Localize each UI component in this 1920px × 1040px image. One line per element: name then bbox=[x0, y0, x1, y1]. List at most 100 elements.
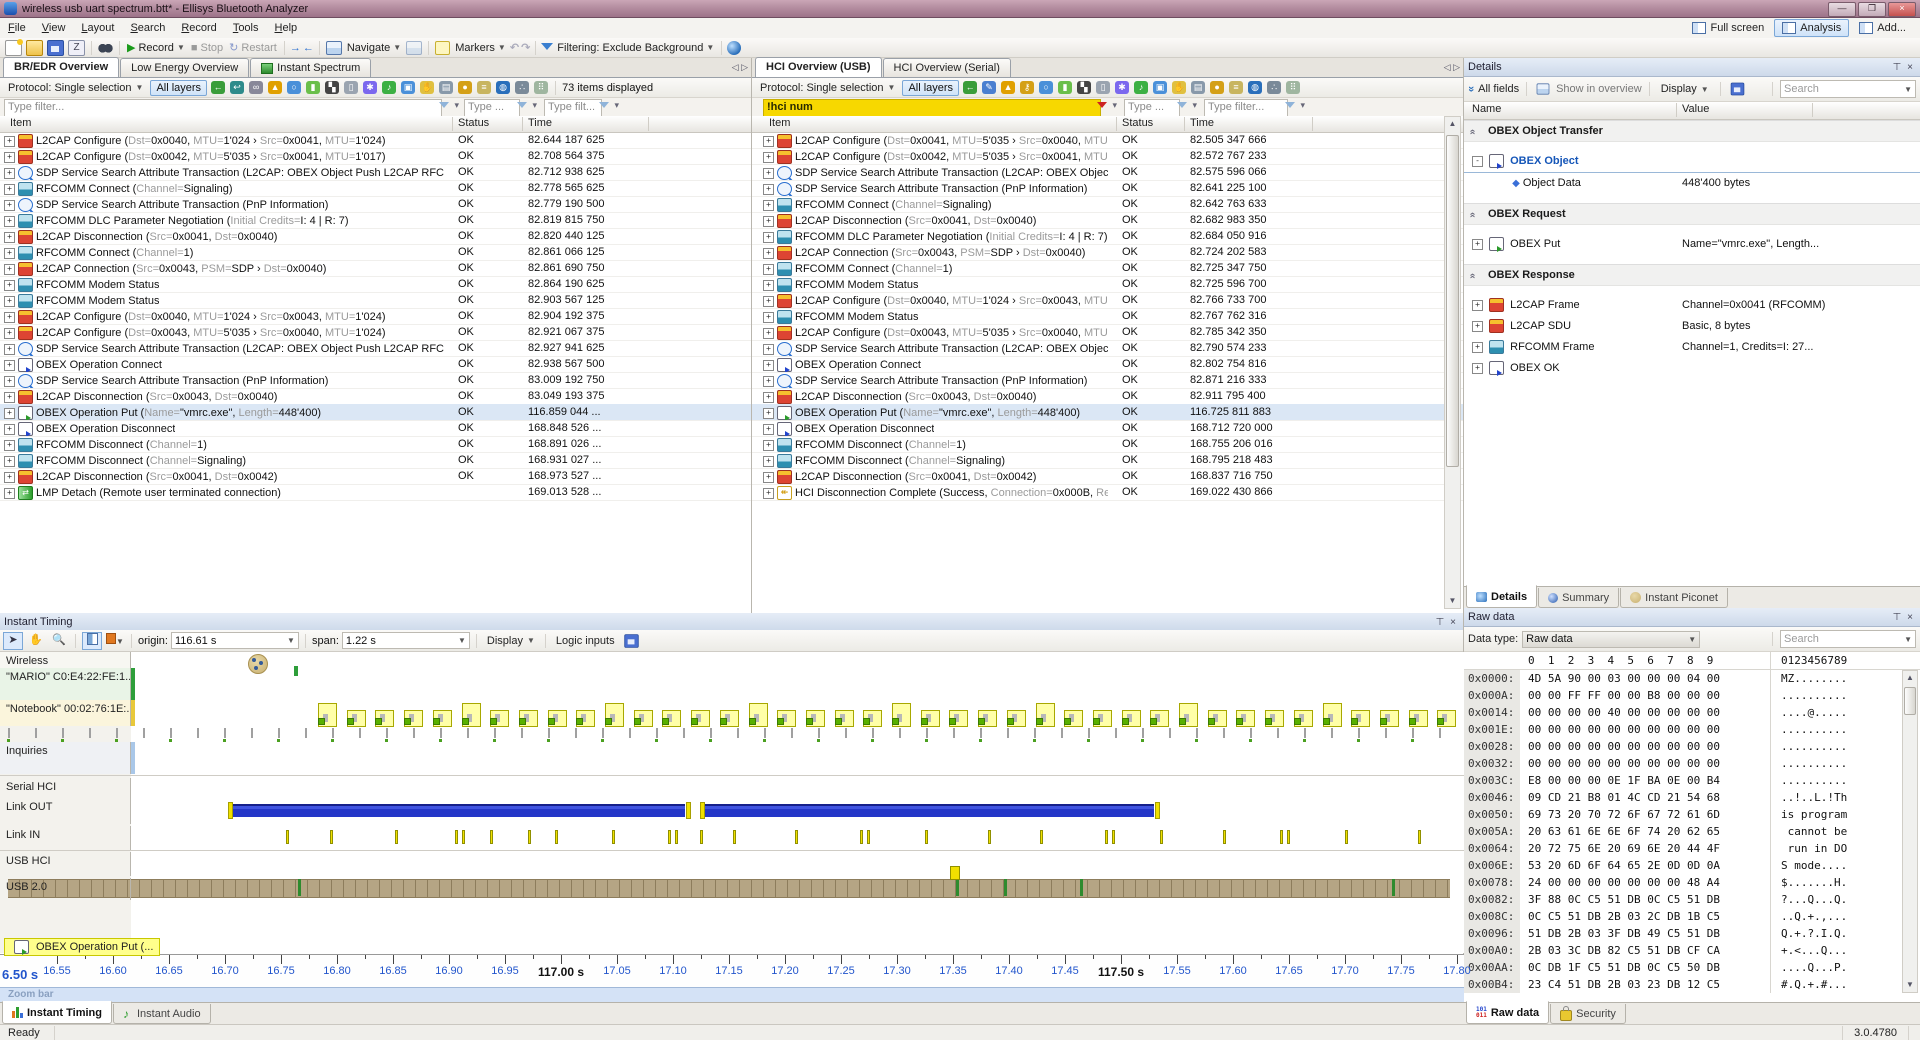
row-expander[interactable]: + bbox=[763, 392, 774, 403]
table-row[interactable]: +↞HCI Disconnection Complete (Success, C… bbox=[752, 484, 1463, 501]
row-expander[interactable]: + bbox=[763, 280, 774, 291]
l2cap-alert-icon[interactable]: ▲ bbox=[268, 81, 282, 94]
share-icon[interactable]: ∴ bbox=[1267, 81, 1281, 94]
new-file-icon[interactable] bbox=[5, 40, 22, 56]
data-type-combo[interactable]: Raw data▼ bbox=[1522, 631, 1700, 648]
save-config-icon[interactable] bbox=[624, 634, 638, 648]
web-globe-icon[interactable]: ◍ bbox=[1248, 81, 1262, 94]
table-row[interactable]: +L2CAP Disconnection (Src=0x0041, Dst=0x… bbox=[752, 212, 1463, 229]
menu-view[interactable]: View bbox=[34, 20, 74, 36]
logic-inputs-button[interactable]: Logic inputs bbox=[552, 634, 619, 648]
l2cap-alert-icon[interactable]: ▲ bbox=[1001, 81, 1015, 94]
row-expander[interactable]: + bbox=[4, 232, 15, 243]
scrollbar-thumb[interactable] bbox=[1446, 135, 1459, 467]
search-binoculars-icon[interactable] bbox=[98, 41, 113, 55]
burst-icon[interactable]: ✱ bbox=[1115, 81, 1129, 94]
row-expander[interactable]: + bbox=[763, 184, 774, 195]
row-expander[interactable]: + bbox=[1472, 363, 1483, 374]
lane-link-in[interactable]: Link IN bbox=[0, 826, 131, 850]
status-filter-funnel-icon[interactable] bbox=[1176, 100, 1198, 114]
details-row[interactable]: + OBEX Put Name="vmrc.exe", Length... bbox=[1464, 234, 1920, 255]
protocol-selector[interactable]: Protocol: Single selection ▼ bbox=[756, 81, 899, 95]
row-expander[interactable]: + bbox=[763, 200, 774, 211]
column-status[interactable]: Status bbox=[458, 117, 489, 129]
table-row[interactable]: +SDP Service Search Attribute Transactio… bbox=[0, 196, 751, 213]
table-row[interactable]: +L2CAP Disconnection (Src=0x0043, Dst=0x… bbox=[0, 388, 751, 405]
prev-marker-icon[interactable]: ↶ bbox=[510, 41, 519, 54]
row-expander[interactable]: + bbox=[763, 344, 774, 355]
music-note-icon[interactable]: ♪ bbox=[1134, 81, 1148, 94]
marker-drop-icon[interactable]: ▼ bbox=[105, 632, 125, 650]
hex-row[interactable]: 0x006E:53 20 6D 6F 64 65 2E 0D 0D 0AS mo… bbox=[1464, 857, 1920, 874]
details-row[interactable]: + L2CAP Frame Channel=0x0041 (RFCOMM) bbox=[1464, 295, 1920, 316]
link-icon[interactable]: ∞ bbox=[249, 81, 263, 94]
row-expander[interactable]: + bbox=[4, 184, 15, 195]
stop-button[interactable]: ■Stop bbox=[189, 42, 225, 54]
menu-file[interactable]: File bbox=[0, 20, 34, 36]
return-arrow-icon[interactable]: ↩ bbox=[230, 81, 244, 94]
numeric-keypad-icon[interactable]: ⠿ bbox=[1286, 81, 1300, 94]
coin-icon[interactable]: ● bbox=[1210, 81, 1224, 94]
table-row[interactable]: +RFCOMM DLC Parameter Negotiation (Initi… bbox=[752, 228, 1463, 245]
row-expander[interactable]: + bbox=[4, 168, 15, 179]
menu-tools[interactable]: Tools bbox=[225, 20, 267, 36]
table-row[interactable]: +OBEX Operation Connect OK 82.802 754 81… bbox=[752, 356, 1463, 373]
layout-window-icon[interactable] bbox=[406, 41, 422, 55]
table-row[interactable]: +RFCOMM Modem Status OK 82.725 596 700 bbox=[752, 276, 1463, 293]
status-filter-input[interactable]: Type ... bbox=[464, 99, 520, 117]
status-filter-input[interactable]: Type ... bbox=[1124, 99, 1180, 117]
notes-icon[interactable]: ≡ bbox=[477, 81, 491, 94]
table-row[interactable]: +L2CAP Configure (Dst=0x0040, MTU=1'024 … bbox=[0, 308, 751, 325]
tab-scroll-icons[interactable]: ◁ ▷ bbox=[732, 62, 748, 73]
table-row[interactable]: +OBEX Operation Put (Name="vmrc.exe", Le… bbox=[752, 404, 1463, 421]
table-row[interactable]: +L2CAP Configure (Dst=0x0041, MTU=5'035 … bbox=[752, 132, 1463, 149]
table-row[interactable]: +OBEX Operation Disconnect OK 168.712 72… bbox=[752, 420, 1463, 437]
craft-icon[interactable]: ✋ bbox=[1172, 81, 1186, 94]
row-expander[interactable]: + bbox=[4, 408, 15, 419]
table-row[interactable]: +L2CAP Configure (Dst=0x0040, MTU=1'024 … bbox=[752, 292, 1463, 309]
share-icon[interactable]: ∴ bbox=[515, 81, 529, 94]
tab-raw-data[interactable]: 101011Raw data bbox=[1466, 1001, 1549, 1024]
tab-summary[interactable]: Summary bbox=[1538, 588, 1619, 608]
open-file-icon[interactable] bbox=[26, 40, 43, 56]
row-expander[interactable]: + bbox=[4, 136, 15, 147]
details-row[interactable]: - OBEX Object bbox=[1464, 151, 1920, 173]
row-expander[interactable]: + bbox=[4, 216, 15, 227]
close-icon[interactable]: × bbox=[1904, 62, 1916, 73]
details-row[interactable]: + OBEX OK bbox=[1464, 358, 1920, 379]
table-row[interactable]: +RFCOMM Disconnect (Channel=1) OK 168.89… bbox=[0, 436, 751, 453]
hex-row[interactable]: 0x0032:00 00 00 00 00 00 00 00 00 00....… bbox=[1464, 755, 1920, 772]
obex-put-callout[interactable]: OBEX Operation Put (... bbox=[4, 938, 160, 956]
table-row[interactable]: +L2CAP Configure (Dst=0x0043, MTU=5'035 … bbox=[0, 324, 751, 341]
display-button[interactable]: Display ▼ bbox=[1657, 82, 1713, 96]
scroll-up-icon[interactable]: ▲ bbox=[1445, 117, 1460, 131]
time-ruler[interactable]: 6.50 s16.5516.6016.6516.7016.7516.8016.8… bbox=[0, 954, 1464, 988]
finish-flag-icon[interactable]: ▚ bbox=[1077, 81, 1091, 94]
hex-row[interactable]: 0x001E:00 00 00 00 00 00 00 00 00 00....… bbox=[1464, 721, 1920, 738]
hex-row[interactable]: 0x0028:00 00 00 00 00 00 00 00 00 00....… bbox=[1464, 738, 1920, 755]
close-icon[interactable]: × bbox=[1447, 617, 1459, 628]
next-marker-icon[interactable]: ↷ bbox=[521, 41, 530, 54]
lane-notebook[interactable]: "Notebook" 00:02:76:1E:... bbox=[0, 700, 131, 726]
table-row[interactable]: +L2CAP Configure (Dst=0x0043, MTU=5'035 … bbox=[752, 324, 1463, 341]
menu-search[interactable]: Search bbox=[122, 20, 173, 36]
hex-row[interactable]: 0x005A:20 63 61 6E 6E 6F 74 20 62 65 can… bbox=[1464, 823, 1920, 840]
hex-row[interactable]: 0x0082:3F 88 0C C5 51 DB 0C C5 51 DB?...… bbox=[1464, 891, 1920, 908]
item-filter-funnel-icon[interactable] bbox=[438, 100, 460, 114]
row-expander[interactable]: + bbox=[763, 248, 774, 259]
table-row[interactable]: +SDP Service Search Attribute Transactio… bbox=[752, 164, 1463, 181]
table-row[interactable]: +SDP Service Search Attribute Transactio… bbox=[0, 340, 751, 357]
lane-usb-20[interactable]: USB 2.0 bbox=[0, 878, 131, 900]
details-row[interactable]: + L2CAP SDU Basic, 8 bytes bbox=[1464, 316, 1920, 337]
lane-mario[interactable]: "MARIO" C0:E4:22:FE:1... bbox=[0, 668, 131, 700]
menu-layout[interactable]: Layout bbox=[73, 20, 122, 36]
span-combo[interactable]: 1.22 s▼ bbox=[342, 632, 470, 649]
clear-filter-icon[interactable] bbox=[1096, 100, 1118, 114]
navigate-button[interactable]: Navigate▼ bbox=[345, 42, 403, 54]
mouse-icon[interactable]: ▯ bbox=[1096, 81, 1110, 94]
pin-icon[interactable]: ⊤ bbox=[1889, 612, 1904, 623]
view-button-add-[interactable]: Add... bbox=[1851, 19, 1914, 37]
tab-instant-audio[interactable]: ♪Instant Audio bbox=[113, 1004, 211, 1024]
table-row[interactable]: +L2CAP Configure (Dst=0x0042, MTU=5'035 … bbox=[752, 148, 1463, 165]
details-row[interactable]: + RFCOMM Frame Channel=1, Credits=I: 27.… bbox=[1464, 337, 1920, 358]
